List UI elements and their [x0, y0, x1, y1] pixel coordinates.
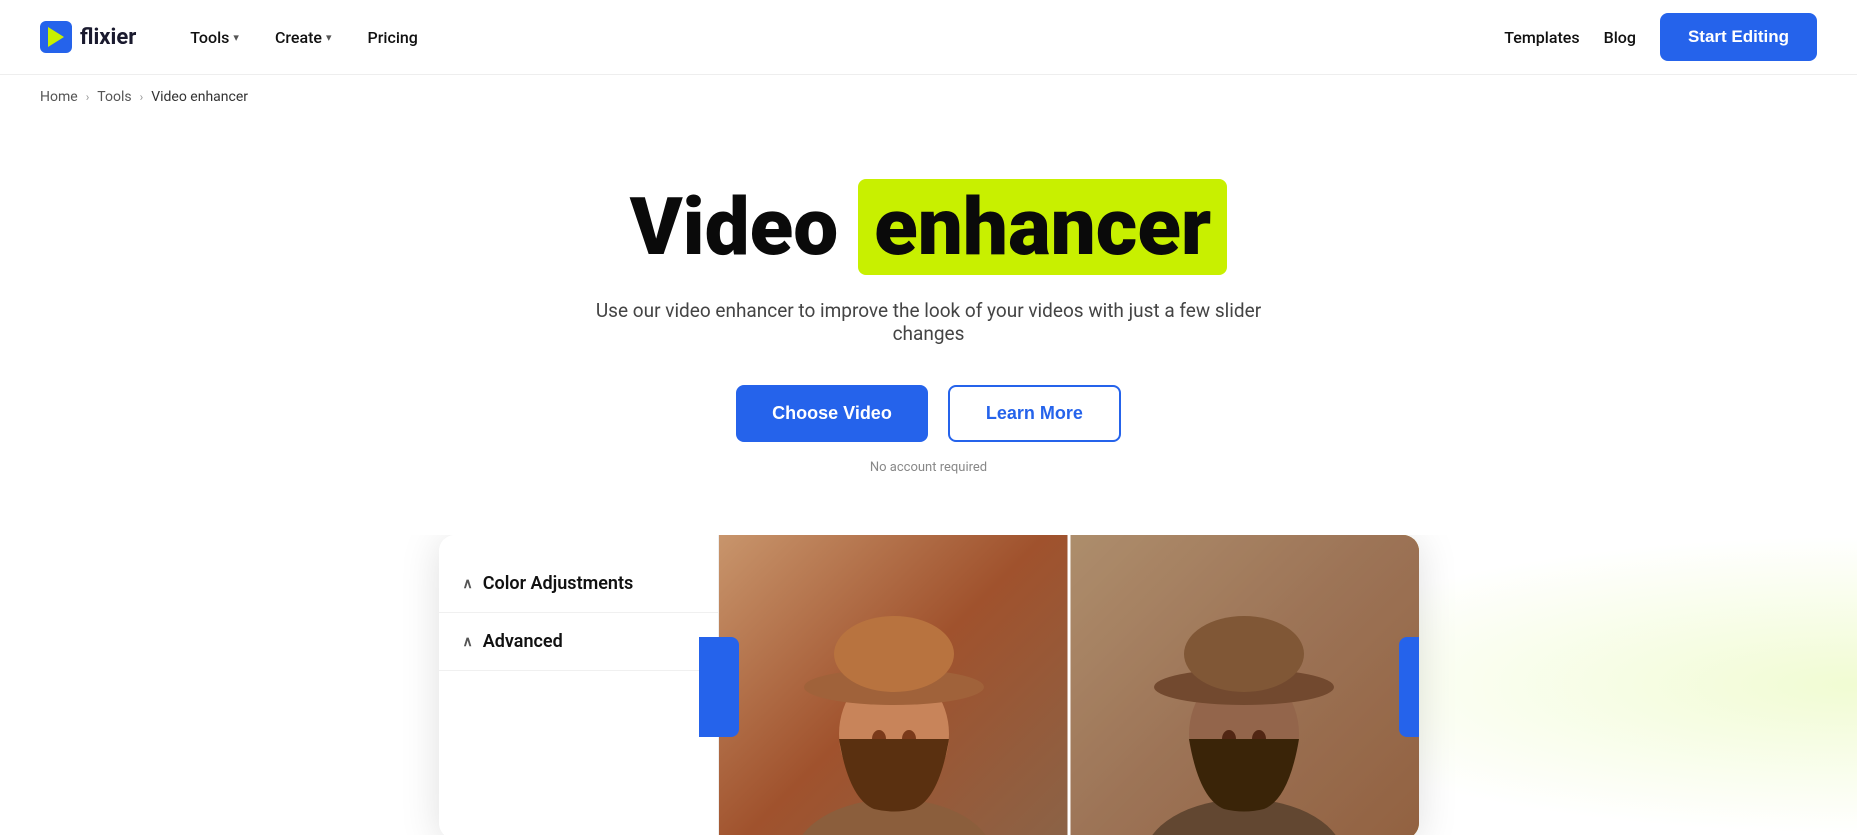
color-adjustments-item[interactable]: ∧ Color Adjustments: [439, 555, 718, 613]
demo-person-right: [1069, 535, 1419, 835]
breadcrumb-separator-1: ›: [86, 90, 90, 104]
navbar: flixier Tools ▾ Create ▾ Pricing Templat…: [0, 0, 1857, 75]
nav-pricing[interactable]: Pricing: [354, 20, 432, 55]
breadcrumb-tools[interactable]: Tools: [97, 89, 131, 105]
hero-buttons: Choose Video Learn More: [736, 385, 1121, 442]
nav-create[interactable]: Create ▾: [261, 20, 346, 55]
demo-split-line: [1067, 535, 1070, 835]
nav-templates[interactable]: Templates: [1504, 28, 1579, 47]
demo-section: ∧ Color Adjustments ∧ Advanced: [0, 535, 1857, 835]
hero-section: Video enhancer Use our video enhancer to…: [0, 119, 1857, 535]
tools-chevron-icon: ▾: [233, 31, 239, 44]
start-editing-button[interactable]: Start Editing: [1660, 13, 1817, 61]
no-account-text: No account required: [870, 460, 987, 475]
breadcrumb-home[interactable]: Home: [40, 89, 78, 105]
nav-links: Tools ▾ Create ▾ Pricing: [176, 20, 1504, 55]
choose-video-button[interactable]: Choose Video: [736, 385, 928, 442]
demo-container: ∧ Color Adjustments ∧ Advanced: [439, 535, 1419, 835]
demo-wrapper: ∧ Color Adjustments ∧ Advanced: [429, 535, 1429, 835]
learn-more-button[interactable]: Learn More: [948, 385, 1121, 442]
demo-sidebar: ∧ Color Adjustments ∧ Advanced: [439, 535, 719, 835]
nav-right: Templates Blog Start Editing: [1504, 13, 1817, 61]
color-adjustments-label: Color Adjustments: [483, 573, 634, 594]
nav-tools-label: Tools: [190, 28, 229, 47]
nav-create-label: Create: [275, 28, 322, 47]
demo-video-right: [1069, 535, 1419, 835]
nav-pricing-label: Pricing: [368, 28, 418, 47]
color-adjustments-chevron-icon: ∧: [463, 576, 473, 592]
logo-link[interactable]: flixier: [40, 21, 136, 53]
demo-person-left: [719, 535, 1069, 835]
nav-blog-label: Blog: [1604, 28, 1636, 47]
nav-tools[interactable]: Tools ▾: [176, 20, 253, 55]
demo-video-area: [719, 535, 1419, 835]
demo-left-handle[interactable]: [699, 637, 739, 737]
advanced-label: Advanced: [483, 631, 563, 652]
breadcrumb-separator-2: ›: [140, 90, 144, 104]
breadcrumb: Home › Tools › Video enhancer: [0, 75, 1857, 119]
flixier-logo-icon: [40, 21, 72, 53]
create-chevron-icon: ▾: [326, 31, 332, 44]
logo-text: flixier: [80, 25, 136, 50]
advanced-chevron-icon: ∧: [463, 634, 473, 650]
advanced-item[interactable]: ∧ Advanced: [439, 613, 718, 671]
demo-video-split: [719, 535, 1419, 835]
breadcrumb-current: Video enhancer: [151, 89, 248, 105]
hero-title-highlight: enhancer: [858, 179, 1227, 275]
nav-blog[interactable]: Blog: [1604, 28, 1636, 47]
hero-title: Video enhancer: [630, 179, 1228, 275]
nav-templates-label: Templates: [1504, 28, 1579, 47]
demo-right-handle[interactable]: [1399, 637, 1419, 737]
hero-subtitle: Use our video enhancer to improve the lo…: [579, 299, 1279, 345]
demo-video-left: [719, 535, 1069, 835]
hero-title-part1: Video: [630, 183, 838, 271]
